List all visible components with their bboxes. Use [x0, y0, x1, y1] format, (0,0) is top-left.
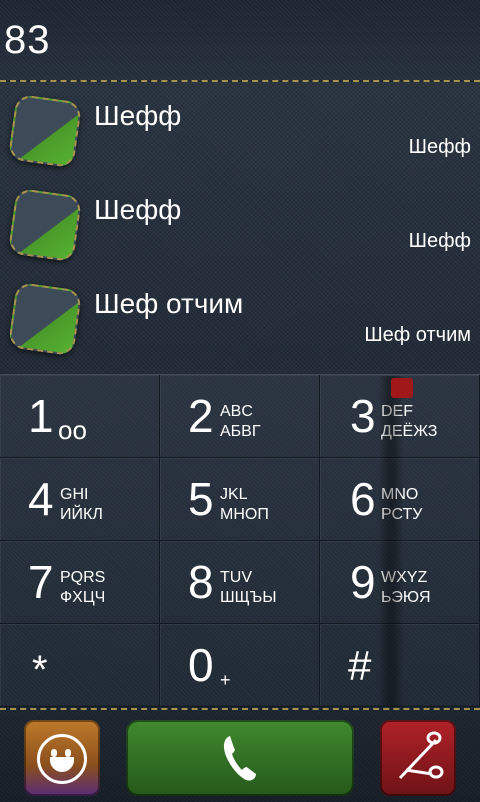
key-letters-cyrillic: МНОП — [220, 506, 269, 523]
plus-icon: + — [220, 670, 231, 690]
key-letters-cyrillic: РСТУ — [381, 506, 423, 523]
call-button[interactable] — [126, 720, 354, 796]
key-letters-cyrillic: АБВГ — [220, 423, 261, 440]
contact-suggestions: Шефф Шефф Шефф Шефф Шеф отчим Шеф отчим — [0, 82, 480, 372]
key-letters-latin: WXYZ — [381, 569, 428, 586]
contact-name: Шеф отчим — [94, 288, 244, 319]
contact-avatar-icon — [7, 93, 83, 169]
smiley-eye — [65, 749, 71, 757]
key-digit: 6 — [350, 473, 376, 525]
key-letters-latin: DEF — [381, 403, 413, 420]
key-digit: 1 — [28, 390, 54, 442]
dial-keypad: 1 ᴏᴏ 2 ABC АБВГ 3 DEF ДЕЁЖЗ 4 GHI ИЙКЛ 5… — [0, 374, 480, 707]
contact-subtitle: Шеф отчим — [364, 324, 471, 346]
key-9[interactable]: 9 WXYZ ЬЭЮЯ — [320, 541, 480, 624]
key-letters-cyrillic: ФХЦЧ — [60, 589, 106, 606]
smiley-eye — [51, 749, 57, 757]
dialed-number-bar[interactable]: 83 — [0, 0, 480, 82]
key-letters-cyrillic: ЬЭЮЯ — [381, 589, 431, 606]
key-letters-latin: JKL — [220, 486, 248, 503]
key-digit: # — [348, 642, 372, 689]
key-letters-latin: ABC — [220, 403, 253, 420]
zipper-pull-icon — [391, 378, 413, 398]
key-digit: 8 — [188, 556, 214, 608]
key-letters-latin: PQRS — [60, 569, 106, 586]
key-1[interactable]: 1 ᴏᴏ — [0, 375, 160, 458]
key-0[interactable]: 0 + — [160, 624, 320, 707]
contact-name: Шефф — [94, 100, 182, 131]
key-digit: * — [32, 648, 48, 692]
key-digit: 4 — [28, 473, 54, 525]
key-letters-latin: TUV — [220, 569, 252, 586]
contact-suggestion[interactable]: Шефф Шефф — [0, 82, 480, 176]
key-8[interactable]: 8 TUV ШЩЪЫ — [160, 541, 320, 624]
key-4[interactable]: 4 GHI ИЙКЛ — [0, 458, 160, 541]
key-digit: 9 — [350, 556, 376, 608]
key-6[interactable]: 6 MNO РСТУ — [320, 458, 480, 541]
scissors-icon — [398, 731, 444, 780]
contact-name: Шефф — [94, 194, 182, 225]
smiley-mouth — [50, 757, 74, 772]
contact-avatar-icon — [7, 281, 83, 357]
key-star[interactable]: * — [0, 624, 160, 707]
key-hash[interactable]: # — [320, 624, 480, 707]
key-letters-cyrillic: ИЙКЛ — [60, 506, 103, 523]
contact-suggestion[interactable]: Шеф отчим Шеф отчим — [0, 270, 480, 364]
contact-suggestion[interactable]: Шефф Шефф — [0, 176, 480, 270]
contact-avatar-icon — [7, 187, 83, 263]
key-letters-cyrillic: ДЕЁЖЗ — [381, 423, 438, 440]
key-7[interactable]: 7 PQRS ФХЦЧ — [0, 541, 160, 624]
key-letters-latin: MNO — [381, 486, 419, 503]
contacts-button[interactable] — [24, 720, 100, 796]
key-digit: 0 — [188, 639, 214, 691]
contact-subtitle: Шефф — [408, 136, 471, 158]
key-2[interactable]: 2 ABC АБВГ — [160, 375, 320, 458]
delete-button[interactable] — [380, 720, 456, 796]
key-letters-cyrillic: ШЩЪЫ — [220, 589, 277, 606]
key-letters-latin: GHI — [60, 486, 89, 503]
phone-icon — [223, 736, 256, 781]
dialed-number: 83 — [4, 18, 51, 62]
key-digit: 2 — [188, 390, 214, 442]
voicemail-icon: ᴏᴏ — [58, 415, 87, 445]
key-digit: 7 — [28, 556, 54, 608]
key-digit: 3 — [350, 390, 376, 442]
key-5[interactable]: 5 JKL МНОП — [160, 458, 320, 541]
contact-subtitle: Шефф — [408, 230, 471, 252]
key-digit: 5 — [188, 473, 214, 525]
smiley-icon — [37, 734, 87, 784]
